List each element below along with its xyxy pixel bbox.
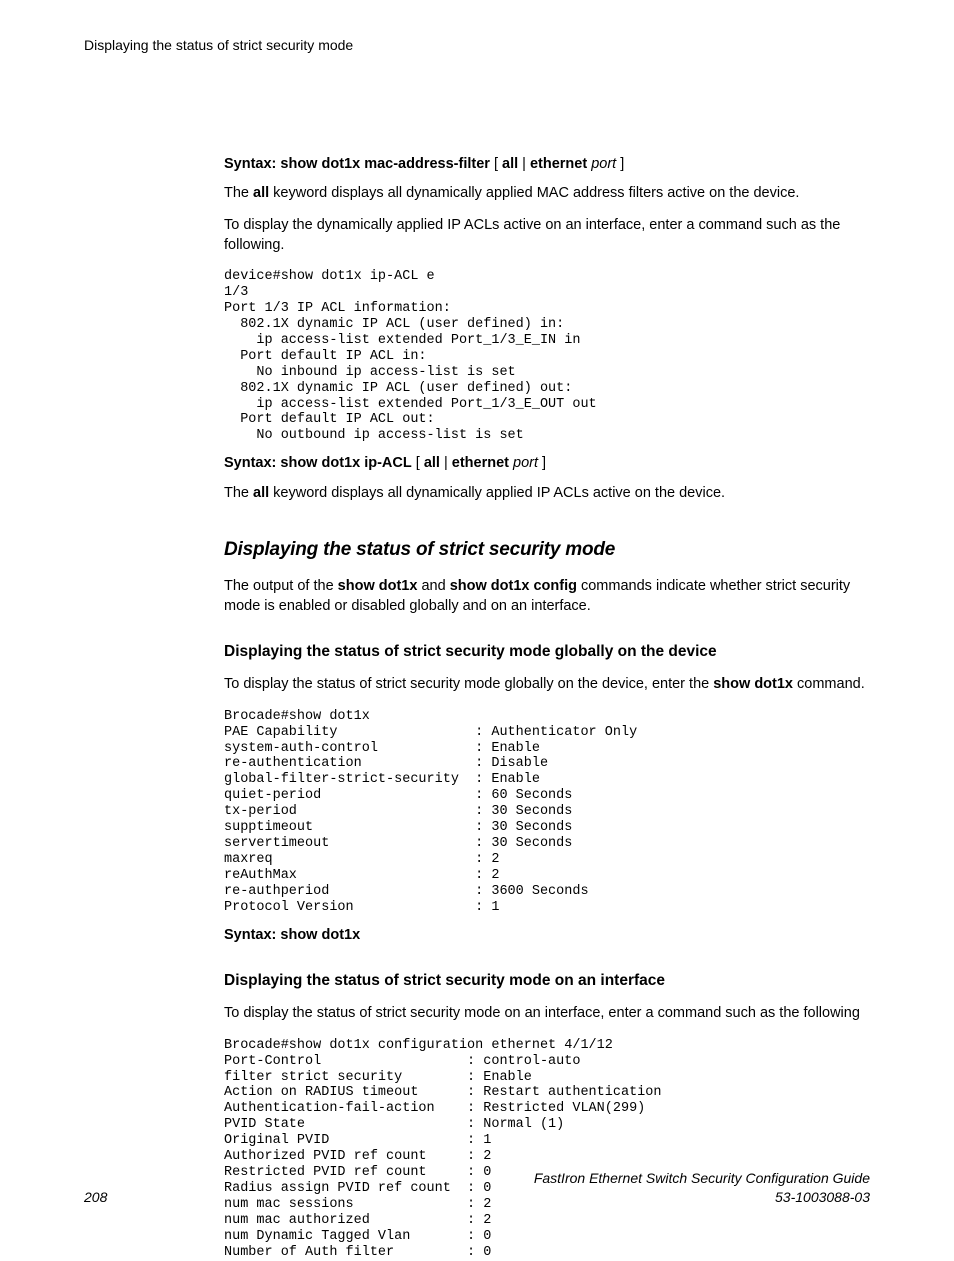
subsection-heading: Displaying the status of strict security…	[224, 642, 870, 663]
syntax-line-2: Syntax: show dot1x ip-ACL [ all | ethern…	[224, 454, 870, 474]
paragraph: The all keyword displays all dynamically…	[224, 184, 870, 204]
running-header: Displaying the status of strict security…	[84, 36, 870, 55]
bracket-open: [	[416, 455, 420, 471]
paragraph: To display the dynamically applied IP AC…	[224, 216, 870, 255]
bracket-open: [	[494, 156, 498, 172]
code-block-ip-acl: device#show dot1x ip-ACL e 1/3 Port 1/3 …	[224, 269, 870, 444]
body-content: Syntax: show dot1x mac-address-filter [ …	[224, 155, 870, 1261]
kw-ethernet: ethernet	[452, 455, 509, 471]
pipe: |	[440, 455, 452, 471]
paragraph: To display the status of strict security…	[224, 1004, 870, 1024]
bracket-close: ]	[620, 156, 624, 172]
paragraph: The output of the show dot1x and show do…	[224, 577, 870, 616]
doc-title: FastIron Ethernet Switch Security Config…	[534, 1169, 870, 1188]
kw-ethernet: ethernet	[530, 156, 587, 172]
paragraph: To display the status of strict security…	[224, 675, 870, 695]
arg-port: port	[591, 156, 616, 172]
syntax-line-3: Syntax: show dot1x	[224, 926, 870, 946]
paragraph: The all keyword displays all dynamically…	[224, 484, 870, 504]
code-block-show-dot1x: Brocade#show dot1x PAE Capability : Auth…	[224, 709, 870, 916]
page-number: 208	[84, 1188, 107, 1207]
arg-port: port	[513, 455, 538, 471]
syntax-line-1: Syntax: show dot1x mac-address-filter [ …	[224, 155, 870, 175]
subsection-heading: Displaying the status of strict security…	[224, 971, 870, 992]
section-heading: Displaying the status of strict security…	[224, 537, 870, 563]
footer-right: FastIron Ethernet Switch Security Config…	[534, 1169, 870, 1207]
kw-all: all	[502, 156, 518, 172]
pipe: |	[518, 156, 530, 172]
page-footer: 208 FastIron Ethernet Switch Security Co…	[84, 1169, 870, 1207]
syntax-prefix: Syntax: show dot1x ip-ACL	[224, 455, 412, 471]
code-block-show-dot1x-config: Brocade#show dot1x configuration etherne…	[224, 1038, 870, 1261]
kw-all: all	[424, 455, 440, 471]
page: Displaying the status of strict security…	[0, 0, 954, 1235]
bracket-close: ]	[542, 455, 546, 471]
syntax-prefix: Syntax: show dot1x mac-address-filter	[224, 156, 490, 172]
doc-id: 53-1003088-03	[534, 1188, 870, 1207]
